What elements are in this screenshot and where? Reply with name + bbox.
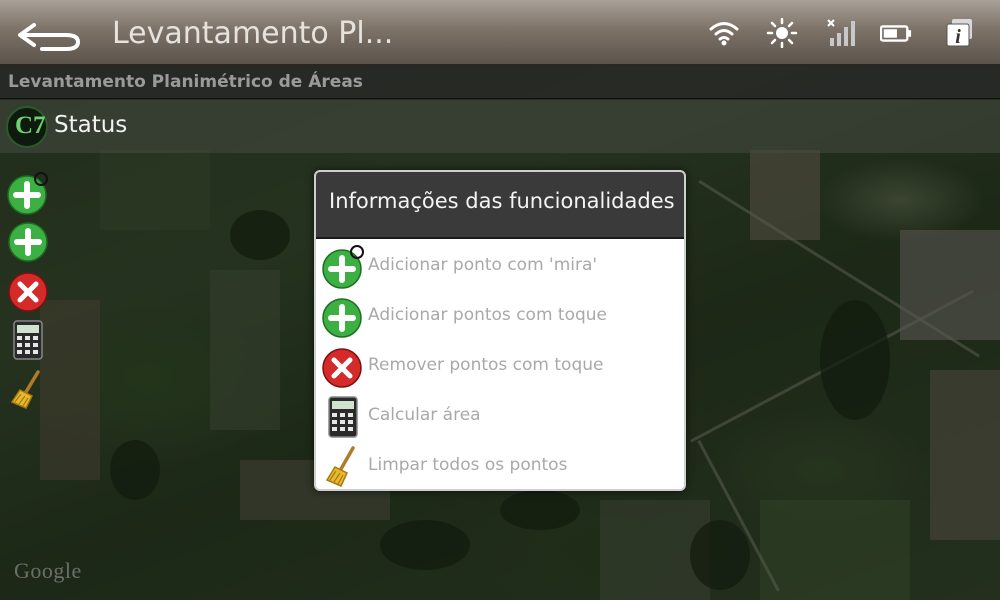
add-point-crosshair-icon (322, 245, 364, 289)
back-arrow-icon[interactable] (14, 18, 84, 52)
remove-point-tool[interactable] (6, 270, 50, 314)
dialog-item-label: Limpar todos os pontos (368, 455, 568, 475)
add-point-touch-tool[interactable] (6, 220, 50, 264)
features-info-dialog: Informações das funcionalidades Adiciona… (314, 170, 686, 491)
info-icon[interactable]: i (944, 18, 976, 48)
status-row: C7 Status (0, 100, 1000, 153)
dialog-item-add-touch[interactable]: Adicionar pontos com toque (316, 292, 684, 342)
activity-title: Levantamento Planimétrico de Áreas (8, 72, 363, 92)
dialog-item-label: Adicionar ponto com 'mira' (368, 255, 598, 275)
calculator-tool[interactable] (6, 318, 50, 362)
broom-icon (325, 446, 355, 487)
add-point-touch-icon (322, 298, 362, 338)
remove-point-icon (322, 348, 362, 388)
dialog-header: Informações das funcionalidades (316, 172, 684, 239)
battery-icon (880, 25, 912, 42)
broom-tool[interactable] (6, 368, 50, 412)
no-signal-icon (827, 19, 855, 46)
svg-text:i: i (955, 26, 961, 48)
status-label[interactable]: Status (54, 112, 127, 138)
dialog-item-remove-touch[interactable]: Remover pontos com toque (316, 342, 684, 392)
dialog-item-add-crosshair[interactable]: Adicionar ponto com 'mira' (316, 242, 684, 292)
dialog-item-label: Remover pontos com toque (368, 355, 604, 375)
activity-title-bar: Levantamento Planimétrico de Áreas (0, 66, 1000, 99)
dialog-item-clear-points[interactable]: Limpar todos os pontos (316, 442, 684, 489)
c7-logo-text: C7 (15, 112, 46, 139)
dialog-item-label: Adicionar pontos com toque (368, 305, 607, 325)
wifi-icon (709, 22, 739, 46)
dialog-item-label: Calcular área (368, 405, 481, 425)
app-title: Levantamento Pl... (112, 16, 394, 51)
calculator-icon (328, 396, 358, 438)
system-status-bar: Levantamento Pl... i (0, 0, 1000, 66)
c7-logo: C7 (6, 106, 48, 148)
brightness-icon (766, 18, 798, 48)
dialog-item-calculate-area[interactable]: Calcular área (316, 392, 684, 442)
add-point-crosshair-tool[interactable] (6, 172, 50, 216)
dialog-title: Informações das funcionalidades (329, 189, 675, 213)
